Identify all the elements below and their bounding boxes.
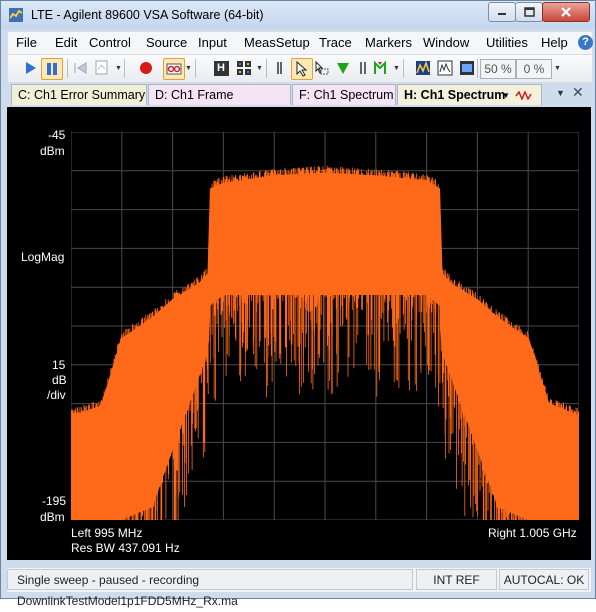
maximize-icon <box>523 7 535 17</box>
menu-input[interactable]: Input <box>198 35 227 50</box>
single-sweep-button[interactable] <box>92 58 112 78</box>
ref-level-label: -45 <box>48 128 66 142</box>
menu-control[interactable]: Control <box>89 35 131 50</box>
close-icon <box>561 7 571 17</box>
tab-frame-summary[interactable]: D: Ch1 Frame Summary <box>148 84 291 123</box>
toolbar-separator <box>403 59 404 78</box>
zoom-button[interactable] <box>272 58 292 78</box>
marker-peak-icon <box>374 60 386 74</box>
hold-button[interactable]: H <box>211 58 231 78</box>
menu-meassetup[interactable]: MeasSetup <box>244 35 310 50</box>
scale-unit-label: dB <box>52 373 67 387</box>
spectrogram-button[interactable] <box>435 58 455 78</box>
recording-button[interactable] <box>163 58 185 80</box>
zoom-cursor-icon <box>277 62 282 74</box>
select-icon <box>315 60 329 75</box>
marker-bars-icon <box>360 62 366 74</box>
zoom-percent-field[interactable]: 50 % <box>480 59 516 79</box>
sweep-icon <box>95 60 108 75</box>
grid-layout-icon <box>237 61 251 75</box>
window-title: LTE - Agilent 89600 VSA Software (64-bit… <box>31 8 264 22</box>
run-button[interactable] <box>20 58 40 78</box>
h-icon: H <box>213 60 229 76</box>
app-window: LTE - Agilent 89600 VSA Software (64-bit… <box>0 0 596 608</box>
spectrum-plot[interactable] <box>71 132 579 520</box>
tab-bar: C: Ch1 Error Summary D: Ch1 Frame Summar… <box>7 84 591 123</box>
spectrogram-icon <box>437 60 453 76</box>
trace-wave-icon <box>515 91 532 100</box>
scale-label: 15 <box>52 358 66 372</box>
res-bw-label: Res BW 437.091 Hz <box>71 541 180 555</box>
chevron-down-icon[interactable]: ▼ <box>393 65 400 72</box>
toolbar-separator <box>124 59 125 78</box>
pointer-button[interactable] <box>291 58 313 80</box>
pointer-icon <box>296 61 308 77</box>
chevron-down-icon[interactable]: ▼ <box>185 65 192 72</box>
spectrum-color-icon <box>416 60 430 75</box>
status-bar: Single sweep - paused - recording Downli… <box>7 568 591 608</box>
restart-button[interactable] <box>71 58 91 78</box>
toolbar-separator <box>195 59 196 78</box>
minimize-button[interactable] <box>488 2 516 22</box>
restart-icon <box>74 62 87 74</box>
minimize-icon <box>498 13 506 15</box>
bottom-level-label: -195 <box>42 494 67 508</box>
app-icon <box>9 8 23 22</box>
ref-status[interactable]: INT REF <box>416 569 497 590</box>
trace-display[interactable]: -45 dBm LogMag 15 dB /div -195 dBm Left … <box>7 107 591 560</box>
pause-button[interactable] <box>41 58 63 80</box>
close-tab-icon[interactable]: ✕ <box>572 84 584 101</box>
layout-button[interactable] <box>234 58 254 78</box>
toolbar-separator <box>266 59 267 78</box>
pause-icon <box>47 63 57 75</box>
chevron-down-icon[interactable]: ▼ <box>554 65 561 72</box>
scale-per-div-label: /div <box>47 388 66 402</box>
recording-icon <box>166 63 182 75</box>
close-button[interactable] <box>542 2 590 22</box>
menu-bar: File Edit Control Source Input MeasSetup… <box>7 31 593 55</box>
menu-markers[interactable]: Markers <box>365 35 412 50</box>
select-button[interactable] <box>312 58 332 78</box>
menu-edit[interactable]: Edit <box>55 35 77 50</box>
ref-unit-label: dBm <box>40 144 65 158</box>
marker-button[interactable] <box>333 58 353 78</box>
title-bar: LTE - Agilent 89600 VSA Software (64-bit… <box>1 1 595 29</box>
chevron-down-icon[interactable]: ▼ <box>115 65 122 72</box>
autocal-status[interactable]: AUTOCAL: OK <box>499 569 589 590</box>
menu-file[interactable]: File <box>16 35 37 50</box>
left-freq-label: Left 995 MHz <box>71 526 143 540</box>
marker-triangle-icon <box>337 63 349 74</box>
tab-spectrum-h-label: H: Ch1 Spectrum <box>404 88 506 102</box>
help-icon[interactable]: ? <box>578 35 593 50</box>
chevron-down-icon[interactable]: ▼ <box>256 65 263 72</box>
menu-window[interactable]: Window <box>423 35 469 50</box>
offset-percent-field[interactable]: 0 % <box>516 59 552 79</box>
status-message: Single sweep - paused - recording Downli… <box>7 569 413 608</box>
record-icon <box>140 62 152 74</box>
right-freq-label: Right 1.005 GHz <box>488 526 577 540</box>
display-icon <box>460 61 474 75</box>
marker-to-center-button[interactable] <box>371 58 391 78</box>
menu-utilities[interactable]: Utilities <box>486 35 528 50</box>
format-label: LogMag <box>21 250 65 264</box>
menu-help[interactable]: Help <box>541 35 568 50</box>
menu-trace[interactable]: Trace <box>319 35 352 50</box>
display-button[interactable] <box>457 58 477 78</box>
play-icon <box>26 62 36 74</box>
trace-color-button[interactable] <box>413 58 433 78</box>
tab-spectrum-f[interactable]: F: Ch1 Spectrum <box>292 84 396 105</box>
tab-error-summary[interactable]: C: Ch1 Error Summary <box>11 84 147 105</box>
record-button[interactable] <box>136 58 156 78</box>
menu-source[interactable]: Source <box>146 35 187 50</box>
bottom-unit-label: dBm <box>40 510 65 524</box>
toolbar: ▼ ▼ H ▼ ▼ 50 % 0 % ▼ <box>7 54 593 83</box>
tab-spectrum-h[interactable]: H: Ch1 Spectrum ▼ <box>397 84 542 105</box>
toolbar-separator <box>477 59 478 78</box>
chevron-down-icon[interactable]: ▼ <box>502 85 510 106</box>
tab-menu-icon[interactable]: ▼ <box>556 88 565 98</box>
maximize-button[interactable] <box>515 2 543 22</box>
toolbar-separator <box>67 59 68 78</box>
